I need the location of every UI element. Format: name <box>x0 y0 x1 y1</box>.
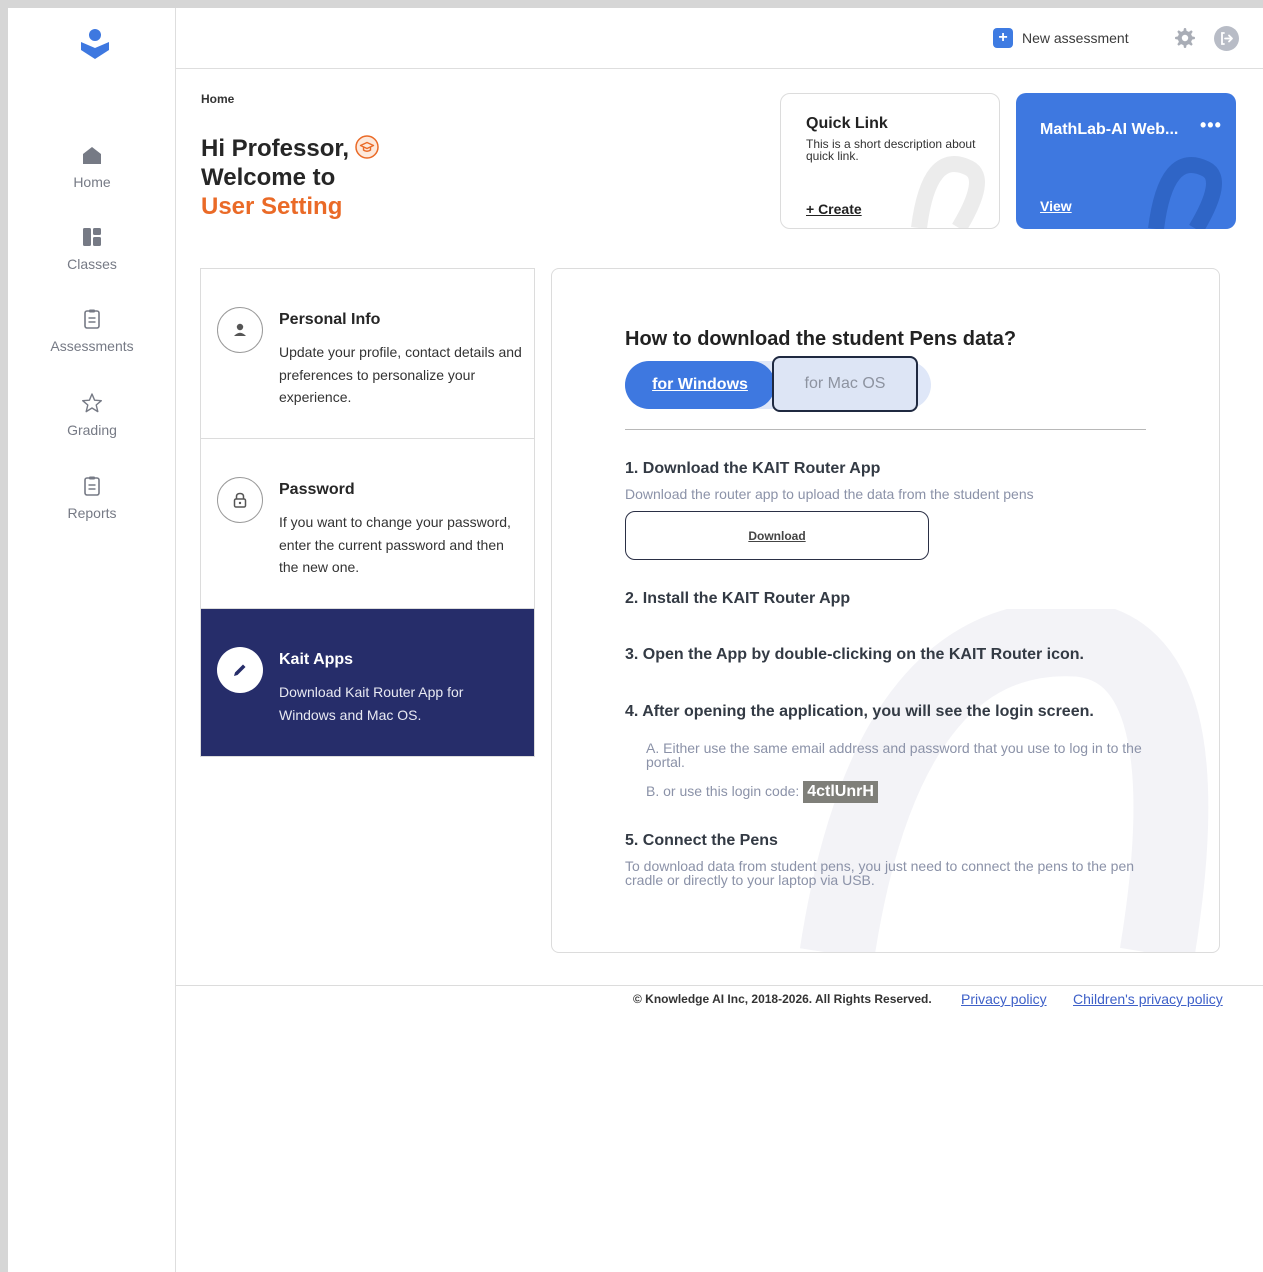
footer-divider <box>176 985 1263 986</box>
step-4-option-a: A. Either use the same email address and… <box>646 740 1142 770</box>
lock-icon <box>217 477 263 523</box>
quick-link-title: Quick Link <box>806 115 888 132</box>
more-options-icon[interactable]: ••• <box>1200 115 1222 136</box>
user-icon <box>217 307 263 353</box>
sidebar-item-home[interactable]: Home <box>8 144 176 190</box>
download-instructions-panel: How to download the student Pens data? f… <box>551 268 1220 953</box>
new-assessment-button[interactable]: + New assessment <box>993 27 1129 49</box>
graduation-cap-icon <box>355 135 379 159</box>
plus-icon: + <box>993 28 1013 48</box>
step-1-title: 1. Download the KAIT Router App <box>625 460 881 477</box>
settings-item-password[interactable]: Password If you want to change your pass… <box>201 439 534 609</box>
breadcrumb[interactable]: Home <box>201 92 234 106</box>
featured-app-card: MathLab-AI Web... ••• View <box>1016 93 1236 229</box>
sidebar-item-assessments[interactable]: Assessments <box>8 308 176 354</box>
home-icon <box>83 147 101 164</box>
step-3-title: 3. Open the App by double-clicking on th… <box>625 646 1084 663</box>
logout-icon <box>1221 32 1233 45</box>
settings-item-title: Kait Apps <box>279 651 354 668</box>
tab-mac-os[interactable]: for Mac OS <box>772 356 918 412</box>
gear-icon[interactable] <box>1174 27 1196 49</box>
quick-link-card: Quick Link This is a short description a… <box>780 93 1000 229</box>
sidebar-item-label: Classes <box>67 256 117 272</box>
sidebar-item-label: Grading <box>67 422 117 438</box>
sidebar-item-classes[interactable]: Classes <box>8 226 176 272</box>
decorative-arc-icon <box>1148 157 1222 229</box>
settings-item-kait-apps[interactable]: Kait Apps Download Kait Router App for W… <box>201 609 534 756</box>
new-assessment-label: New assessment <box>1022 30 1129 46</box>
clipboard-icon <box>84 309 100 329</box>
page-title: Hi Professor, Welcome to User Setting <box>201 134 379 221</box>
settings-menu: Personal Info Update your profile, conta… <box>200 268 535 757</box>
greeting-line-2: Welcome to <box>201 164 336 191</box>
sidebar-item-grading[interactable]: Grading <box>8 392 176 438</box>
top-header: + New assessment <box>176 8 1263 69</box>
settings-item-description: Download Kait Router App for Windows and… <box>279 684 464 723</box>
classes-icon <box>83 228 101 246</box>
step-1-subtitle: Download the router app to upload the da… <box>625 486 1034 502</box>
clipboard-icon <box>84 476 100 496</box>
login-code-label: B. or use this login code: <box>646 783 800 799</box>
tab-windows[interactable]: for Windows <box>625 361 775 409</box>
panel-title: How to download the student Pens data? <box>625 328 1017 350</box>
settings-item-title: Password <box>279 481 355 498</box>
quick-link-description: This is a short description about quick … <box>806 137 976 163</box>
step-5-title: 5. Connect the Pens <box>625 832 778 849</box>
step-2-title: 2. Install the KAIT Router App <box>625 590 851 607</box>
featured-card-title: MathLab-AI Web... <box>1040 121 1179 138</box>
sidebar-item-reports[interactable]: Reports <box>8 475 176 521</box>
sidebar-item-label: Reports <box>67 505 117 521</box>
settings-item-description: If you want to change your password, ent… <box>279 514 511 575</box>
step-4-title: 4. After opening the application, you wi… <box>625 703 1094 720</box>
login-code[interactable]: 4ctlUnrH <box>803 781 878 803</box>
create-link[interactable]: + Create <box>806 201 862 217</box>
sidebar-item-label: Home <box>73 174 111 190</box>
greeting-line-3: User Setting <box>201 193 343 220</box>
pen-icon <box>217 647 263 693</box>
privacy-policy-link[interactable]: Privacy policy <box>961 991 1047 1007</box>
step-5-subtitle: To download data from student pens, you … <box>625 858 1135 888</box>
settings-item-personal-info[interactable]: Personal Info Update your profile, conta… <box>201 269 534 439</box>
greeting-line-1: Hi Professor, <box>201 135 350 162</box>
logout-button[interactable] <box>1214 26 1239 51</box>
copyright-text: © Knowledge AI Inc, 2018-2026. All Right… <box>633 992 932 1006</box>
download-button[interactable]: Download <box>625 511 929 560</box>
view-link[interactable]: View <box>1040 198 1072 214</box>
logo-icon[interactable] <box>80 28 110 60</box>
os-toggle: for Windows for Mac OS <box>625 356 931 412</box>
settings-item-title: Personal Info <box>279 311 381 328</box>
sidebar-item-label: Assessments <box>50 338 134 354</box>
sidebar: Home Classes Assessments Grading Reports <box>8 8 176 1272</box>
step-4-option-b: B. or use this login code: 4ctlUnrH <box>646 781 878 803</box>
childrens-privacy-policy-link[interactable]: Children's privacy policy <box>1073 991 1223 1007</box>
star-icon <box>82 393 102 413</box>
divider <box>625 429 1146 430</box>
settings-item-description: Update your profile, contact details and… <box>279 344 522 405</box>
